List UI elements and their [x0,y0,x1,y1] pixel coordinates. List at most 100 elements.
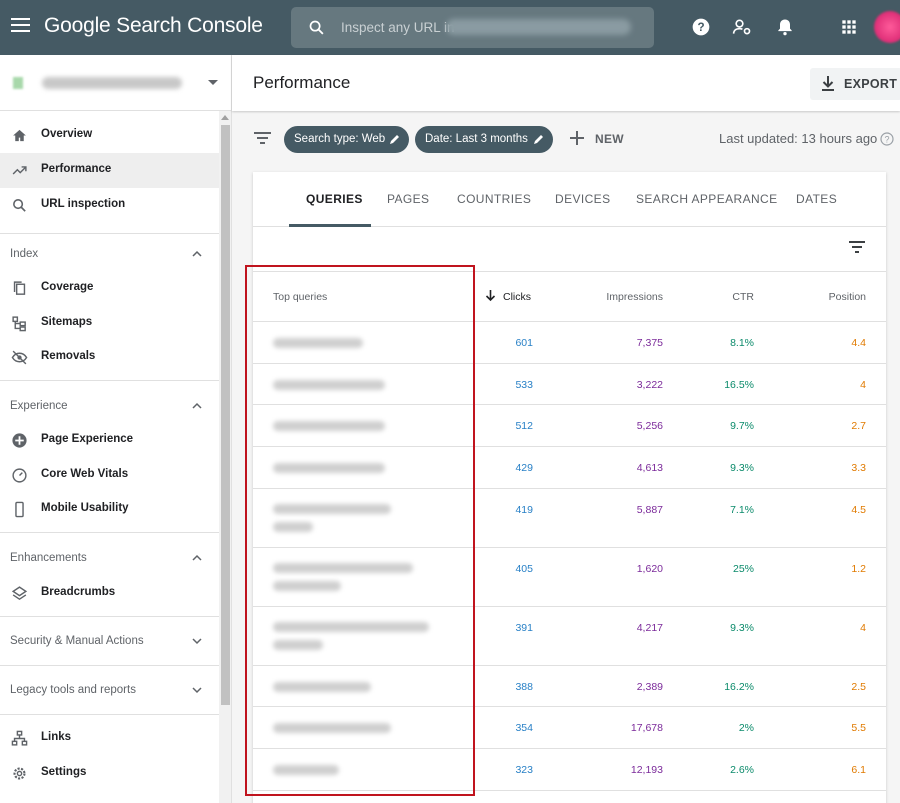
chevron-down-icon[interactable] [192,685,202,695]
chevron-down-icon[interactable] [192,636,202,646]
redacted-property-url [446,19,631,35]
position-cell: 3.3 [851,462,866,474]
table-row[interactable]: 419 5,887 7.1% 4.5 [253,489,886,548]
tab-countries[interactable]: COUNTRIES [457,192,531,206]
links-icon [11,730,28,746]
sidebar-item-core-web-vitals[interactable]: Core Web Vitals [0,458,219,493]
column-header-impressions[interactable]: Impressions [583,291,663,303]
sidebar-item-mobile-usability[interactable]: Mobile Usability [0,492,219,527]
svg-text:?: ? [884,135,889,145]
table-row[interactable]: 601 7,375 8.1% 4.4 [253,322,886,364]
sidebar-item-overview[interactable]: Overview [0,118,219,153]
table-filter-icon[interactable] [849,241,865,253]
chevron-up-icon[interactable] [192,249,202,259]
impressions-cell: 2,389 [636,681,663,693]
table-row[interactable]: 405 1,620 25% 1.2 [253,548,886,607]
sidebar-item-page-experience[interactable]: Page Experience [0,423,219,458]
section-title-enhancements[interactable]: Enhancements [10,552,87,564]
table-row[interactable]: 388 2,389 16.2% 2.5 [253,666,886,707]
table-row[interactable]: 429 4,613 9.3% 3.3 [253,447,886,489]
clicks-cell: 533 [515,379,533,391]
table-row[interactable]: 391 4,217 9.3% 4 [253,607,886,666]
home-icon [13,129,26,142]
impressions-cell: 3,222 [636,379,663,391]
chevron-up-icon[interactable] [192,401,202,411]
eye-off-icon [11,350,28,365]
apps-grid-icon[interactable] [839,17,859,37]
divider [0,532,219,533]
redacted-query [273,338,363,348]
sidebar-scroll-thumb[interactable] [221,125,230,705]
sidebar-item-settings[interactable]: Settings [0,756,219,791]
url-inspect-search[interactable]: Inspect any URL in [291,7,654,48]
sidebar-item-sitemaps[interactable]: Sitemaps [0,306,219,341]
tab-devices[interactable]: DEVICES [555,192,610,206]
plus-circle-icon [12,433,27,448]
tab-dates[interactable]: DATES [796,192,837,206]
column-header-clicks[interactable]: Clicks [503,291,531,303]
section-title-index[interactable]: Index [10,248,38,260]
sidebar-item-url-inspection[interactable]: URL inspection [0,188,219,223]
app-title[interactable]: Google Search Console [44,14,263,38]
export-button[interactable]: EXPORT [810,68,900,100]
tab-search-appearance[interactable]: SEARCH APPEARANCE [636,192,778,206]
tab-pages[interactable]: PAGES [387,192,429,206]
column-header-position[interactable]: Position [786,291,866,303]
redacted-query [273,563,413,573]
table-row[interactable]: 512 5,256 9.7% 2.7 [253,405,886,447]
help-outline-icon[interactable]: ? [880,132,894,146]
manage-accounts-icon[interactable] [732,17,752,37]
sidebar-item-label: Removals [41,350,96,362]
sidebar-item-breadcrumbs[interactable]: Breadcrumbs [0,576,219,611]
ctr-cell: 7.1% [730,504,754,516]
sort-descending-icon[interactable] [485,290,496,302]
property-selector[interactable] [0,55,232,111]
menu-icon[interactable] [11,18,30,34]
plus-icon [570,131,584,145]
divider [0,380,219,381]
section-title-security[interactable]: Security & Manual Actions [10,635,144,647]
ctr-cell: 2.6% [730,764,754,776]
position-cell: 4 [860,379,866,391]
redacted-query [273,463,385,473]
date-range-chip[interactable]: Date: Last 3 months [415,126,553,153]
chevron-up-icon[interactable] [192,553,202,563]
ctr-cell: 9.3% [730,622,754,634]
impressions-cell: 1,620 [636,563,663,575]
redacted-query [273,765,339,775]
sidebar-item-coverage[interactable]: Coverage [0,271,219,306]
page-header: Performance EXPORT [232,55,900,111]
help-icon[interactable]: ? [691,17,711,37]
clicks-cell: 323 [515,764,533,776]
sidebar-item-label: Sitemaps [41,316,93,328]
section-title-legacy[interactable]: Legacy tools and reports [10,684,136,696]
sidebar-item-links[interactable]: Links [0,721,219,756]
tab-queries[interactable]: QUERIES [306,192,363,206]
filter-icon[interactable] [254,131,271,145]
scroll-up-arrow-icon[interactable] [221,115,229,120]
impressions-cell: 12,193 [630,764,663,776]
section-title-experience[interactable]: Experience [10,400,68,412]
table-row[interactable]: 354 17,678 2% 5.5 [253,707,886,749]
avatar[interactable] [874,11,900,43]
table-row[interactable]: 533 3,222 16.5% 4 [253,364,886,405]
ctr-cell: 16.2% [724,681,754,693]
table-row[interactable]: 323 12,193 2.6% 6.1 [253,749,886,791]
divider [0,665,219,666]
notifications-icon[interactable] [775,17,795,37]
page-title: Performance [253,73,351,92]
search-icon [13,199,26,212]
redacted-query [273,421,385,431]
active-tab-indicator [289,224,371,227]
clicks-cell: 391 [515,622,533,634]
main-content: Performance EXPORT Search type: Web Date… [232,55,900,803]
column-header-top-queries[interactable]: Top queries [273,291,327,303]
search-type-chip[interactable]: Search type: Web [284,126,409,153]
clicks-cell: 512 [515,420,533,432]
column-header-ctr[interactable]: CTR [674,291,754,303]
gauge-icon [12,468,27,483]
sidebar-item-removals[interactable]: Removals [0,340,219,375]
ctr-cell: 25% [732,563,754,575]
position-cell: 5.5 [851,722,866,734]
sidebar-item-performance[interactable]: Performance [0,153,219,188]
